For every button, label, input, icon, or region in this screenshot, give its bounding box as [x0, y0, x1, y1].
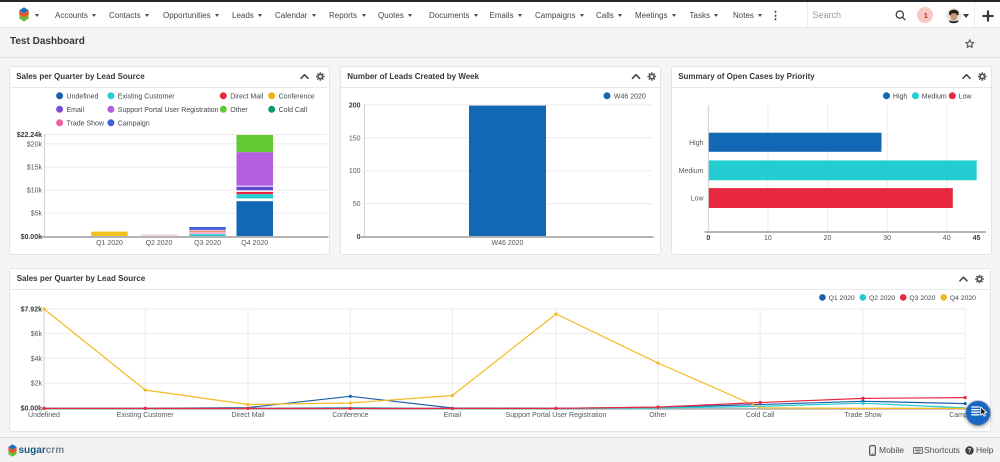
- svg-text:45: 45: [973, 235, 981, 242]
- svg-text:10: 10: [764, 235, 772, 242]
- svg-text:$2k: $2k: [31, 381, 43, 388]
- svg-text:Undefined: Undefined: [67, 94, 99, 101]
- svg-text:$10k: $10k: [27, 188, 43, 195]
- svg-text:Existing Customer: Existing Customer: [117, 412, 174, 419]
- svg-text:Cold Call: Cold Call: [746, 412, 775, 419]
- svg-text:Q4 2020: Q4 2020: [950, 295, 976, 302]
- svg-text:Trade Show: Trade Show: [844, 412, 882, 419]
- svg-text:$5k: $5k: [31, 211, 43, 218]
- svg-text:Other: Other: [649, 412, 667, 419]
- svg-text:100: 100: [349, 168, 361, 175]
- svg-text:20: 20: [824, 235, 832, 242]
- svg-text:40: 40: [943, 235, 951, 242]
- svg-text:Conference: Conference: [279, 94, 315, 101]
- svg-text:Support Portal User Registrati: Support Portal User Registration: [118, 107, 219, 114]
- svg-text:Q2 2020: Q2 2020: [869, 295, 895, 302]
- svg-text:50: 50: [353, 201, 361, 208]
- svg-text:Medium: Medium: [922, 94, 947, 101]
- svg-text:Email: Email: [67, 107, 85, 114]
- svg-text:Email: Email: [444, 412, 462, 419]
- svg-text:Trade Show: Trade Show: [67, 121, 105, 128]
- svg-text:0: 0: [357, 234, 361, 241]
- svg-text:Campaign: Campaign: [118, 121, 150, 128]
- svg-text:$4k: $4k: [31, 356, 43, 363]
- svg-text:Q3 2020: Q3 2020: [194, 240, 221, 247]
- svg-text:Low: Low: [959, 94, 973, 101]
- svg-text:Undefined: Undefined: [28, 412, 60, 419]
- svg-text:$20k: $20k: [27, 141, 43, 148]
- svg-text:Low: Low: [691, 196, 705, 203]
- svg-text:$22.24k: $22.24k: [17, 132, 42, 139]
- svg-text:W46 2020: W46 2020: [614, 94, 646, 101]
- svg-text:Other: Other: [230, 107, 248, 114]
- svg-text:W46 2020: W46 2020: [492, 240, 524, 247]
- svg-text:$6k: $6k: [31, 331, 43, 338]
- svg-text:High: High: [893, 94, 908, 101]
- svg-text:Q1 2020: Q1 2020: [96, 240, 123, 247]
- svg-text:Direct Mail: Direct Mail: [231, 412, 265, 419]
- svg-text:Q1 2020: Q1 2020: [829, 295, 855, 302]
- svg-text:High: High: [689, 140, 704, 147]
- svg-text:Medium: Medium: [679, 168, 704, 175]
- svg-text:Q3 2020: Q3 2020: [909, 295, 935, 302]
- svg-text:Q2 2020: Q2 2020: [146, 240, 173, 247]
- svg-text:30: 30: [883, 235, 891, 242]
- svg-text:$7.92k: $7.92k: [21, 307, 43, 314]
- svg-text:200: 200: [349, 102, 361, 109]
- svg-text:?: ?: [968, 448, 972, 454]
- svg-text:Conference: Conference: [332, 412, 368, 419]
- svg-text:Cold Call: Cold Call: [279, 107, 308, 114]
- svg-text:Existing Customer: Existing Customer: [118, 94, 175, 101]
- svg-text:$15k: $15k: [27, 165, 43, 172]
- svg-text:$0.00k: $0.00k: [21, 234, 43, 241]
- svg-text:Direct Mail: Direct Mail: [230, 94, 264, 101]
- svg-text:150: 150: [349, 135, 361, 142]
- svg-text:Support Portal User Registrati: Support Portal User Registration: [506, 412, 607, 419]
- svg-text:Q4 2020: Q4 2020: [241, 240, 268, 247]
- svg-text:0: 0: [706, 235, 710, 242]
